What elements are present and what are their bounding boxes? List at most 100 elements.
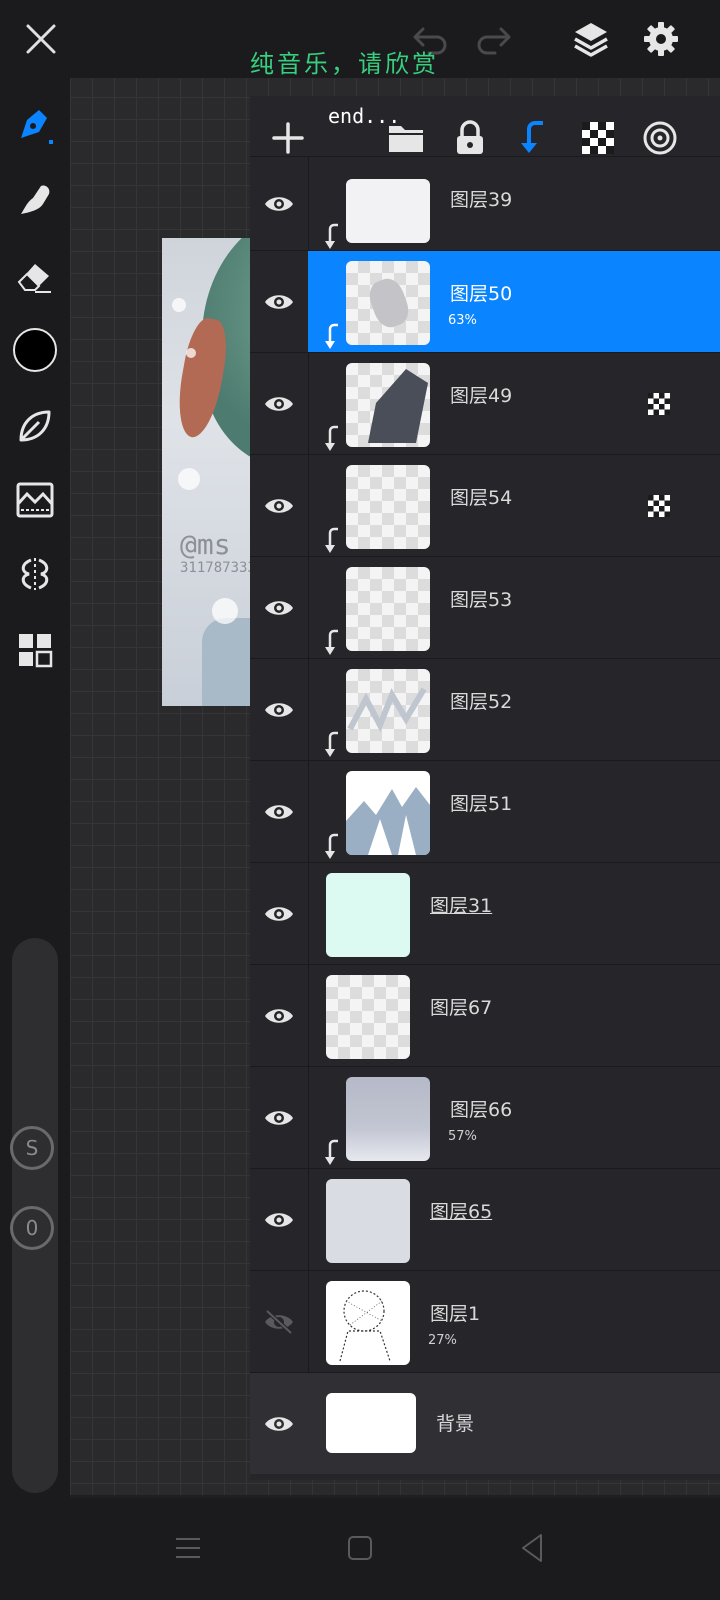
layer-name: 背景: [436, 1413, 475, 1435]
visibility-toggle[interactable]: [250, 1271, 309, 1373]
snow-dot: [186, 348, 196, 358]
layer-row[interactable]: 图层39: [250, 156, 720, 251]
layer-thumbnail: [346, 179, 430, 243]
settings-icon[interactable]: [638, 16, 684, 62]
layer-thumbnail: [326, 1179, 410, 1263]
layer-name: 图层66: [450, 1099, 513, 1121]
visibility-toggle[interactable]: [250, 965, 309, 1067]
watermark-handle: @ms: [180, 528, 231, 561]
eye-icon: [265, 1417, 293, 1431]
eye-icon: [265, 601, 293, 615]
layer-row[interactable]: 图层66 57%: [250, 1066, 720, 1169]
symmetry-icon[interactable]: [0, 544, 70, 604]
layer-name: 图层39: [450, 189, 513, 211]
lock-icon[interactable]: [448, 116, 492, 160]
grid-menu-icon[interactable]: [0, 620, 70, 680]
layer-row[interactable]: 图层31: [250, 862, 720, 965]
layer-thumbnail: [346, 771, 430, 855]
layer-row[interactable]: 图层54: [250, 454, 720, 557]
layer-name: 图层31: [430, 895, 493, 917]
visibility-toggle[interactable]: [250, 353, 309, 455]
eye-icon: [265, 1111, 293, 1125]
pen-icon[interactable]: [0, 96, 70, 156]
eraser-icon[interactable]: [0, 246, 70, 306]
visibility-toggle[interactable]: [250, 251, 309, 353]
clip-arrow-icon: [325, 629, 338, 655]
snow-dot: [172, 298, 186, 312]
eye-hidden-icon: [265, 1309, 293, 1335]
eye-icon: [265, 1009, 293, 1023]
eye-icon: [265, 397, 293, 411]
clipping-icon[interactable]: [512, 116, 556, 160]
clip-arrow-icon: [325, 323, 338, 349]
color-swatch[interactable]: [0, 320, 70, 380]
layer-row[interactable]: 图层1 27%: [250, 1270, 720, 1373]
layer-row[interactable]: 图层67: [250, 964, 720, 1067]
layer-name: 图层49: [450, 385, 513, 407]
back-icon[interactable]: [504, 1520, 560, 1576]
layer-thumbnail: [346, 261, 430, 345]
visibility-toggle[interactable]: [250, 557, 309, 659]
layer-name: 图层54: [450, 487, 513, 509]
visibility-toggle[interactable]: [250, 659, 309, 761]
clip-arrow-icon: [325, 833, 338, 859]
smudge-icon[interactable]: [0, 170, 70, 230]
clip-arrow-icon: [325, 425, 338, 451]
layer-thumbnail: [346, 669, 430, 753]
layer-row[interactable]: 图层51: [250, 760, 720, 863]
layer-thumbnail: [346, 567, 430, 651]
layer-name: 图层53: [450, 589, 513, 611]
visibility-toggle[interactable]: [250, 1067, 309, 1169]
snow-dot: [212, 598, 238, 624]
eye-icon: [265, 499, 293, 513]
size-knob-label: S: [25, 1136, 39, 1160]
system-nav-bar: [0, 1498, 720, 1600]
visibility-toggle[interactable]: [250, 1373, 308, 1475]
layer-row[interactable]: 图层53: [250, 556, 720, 659]
opacity-knob[interactable]: 0: [10, 1206, 54, 1250]
alpha-lock-indicator-icon: [648, 495, 670, 517]
layer-row-background[interactable]: 背景: [250, 1372, 720, 1474]
layer-row-selected[interactable]: 图层50 63%: [250, 250, 720, 353]
visibility-toggle[interactable]: [250, 863, 309, 965]
redo-icon[interactable]: [472, 18, 516, 62]
layer-row[interactable]: 图层65: [250, 1168, 720, 1271]
layer-thumbnail: [346, 363, 430, 447]
close-icon[interactable]: [18, 16, 64, 62]
opacity-knob-label: 0: [25, 1216, 39, 1240]
layer-thumbnail: [326, 1393, 416, 1453]
layer-thumbnail: [346, 1077, 430, 1161]
filter-icon[interactable]: [0, 470, 70, 530]
snow-dot: [178, 468, 200, 490]
layer-name: 图层67: [430, 997, 493, 1019]
visibility-toggle[interactable]: [250, 1169, 309, 1271]
home-icon[interactable]: [332, 1520, 388, 1576]
eye-icon: [265, 295, 293, 309]
add-layer-icon[interactable]: [266, 116, 310, 160]
layer-opacity: 63%: [448, 313, 477, 328]
clip-arrow-icon: [325, 1139, 338, 1165]
layer-thumbnail: [326, 873, 410, 957]
leaf-brush-icon[interactable]: [0, 396, 70, 456]
clip-arrow-icon: [325, 527, 338, 553]
alpha-lock-indicator-icon: [648, 393, 670, 415]
eye-icon: [265, 805, 293, 819]
visibility-toggle[interactable]: [250, 157, 309, 251]
layer-row[interactable]: 图层52: [250, 658, 720, 761]
visibility-toggle[interactable]: [250, 455, 309, 557]
layer-name: 图层1: [430, 1303, 481, 1325]
menu-icon[interactable]: [160, 1520, 216, 1576]
alpha-lock-icon[interactable]: [576, 116, 620, 160]
current-color-circle: [13, 328, 57, 372]
layer-opacity: 57%: [448, 1129, 477, 1144]
size-knob[interactable]: S: [10, 1126, 54, 1170]
layer-thumbnail: [326, 975, 410, 1059]
video-caption: 纯音乐，请欣赏: [250, 50, 439, 78]
layer-row[interactable]: 图层49: [250, 352, 720, 455]
layers-icon[interactable]: [568, 16, 614, 62]
visibility-toggle[interactable]: [250, 761, 309, 863]
clip-arrow-icon: [325, 223, 338, 249]
clip-arrow-icon: [325, 731, 338, 757]
folder-icon[interactable]: [384, 116, 428, 160]
layer-effect-icon[interactable]: [638, 116, 682, 160]
